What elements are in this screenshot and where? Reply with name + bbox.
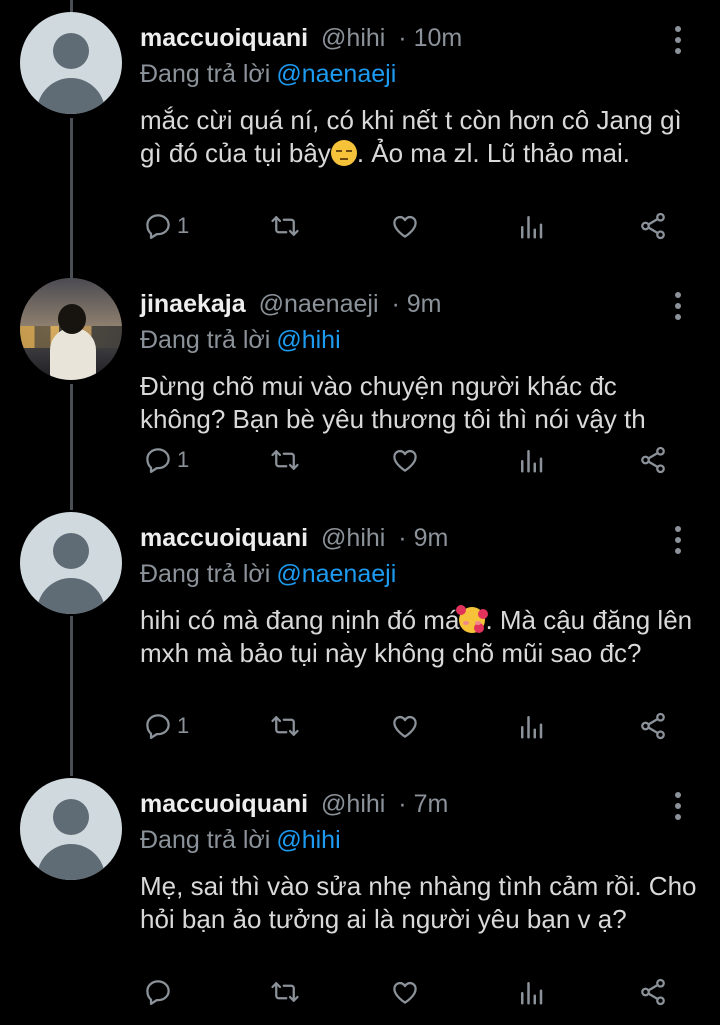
retweet-icon <box>271 716 299 736</box>
reply-count: 1 <box>177 447 190 472</box>
tweet[interactable]: maccuoiquani @hihi · 7m Đang trả lời @hih… <box>0 778 720 1025</box>
display-name[interactable]: maccuoiquani <box>140 524 308 552</box>
reply-icon <box>146 714 170 739</box>
user-handle[interactable]: @hihi <box>321 790 385 818</box>
more-options-icon[interactable] <box>673 792 683 822</box>
analytics-button[interactable] <box>516 975 546 1009</box>
default-avatar-icon <box>53 799 89 835</box>
retweet-button[interactable] <box>270 709 300 743</box>
mention-link[interactable]: @naenaeji <box>276 60 396 88</box>
display-name[interactable]: maccuoiquani <box>140 24 308 52</box>
retweet-icon <box>271 216 299 236</box>
replying-to-label: Đang trả lời <box>140 560 271 588</box>
analytics-icon <box>521 982 543 1005</box>
like-button[interactable] <box>390 209 420 243</box>
user-handle[interactable]: @hihi <box>321 24 385 52</box>
replying-to-label: Đang trả lời <box>140 326 271 354</box>
share-button[interactable] <box>638 209 668 243</box>
analytics-button[interactable] <box>516 709 546 743</box>
default-avatar-icon <box>53 33 89 69</box>
retweet-icon <box>271 450 299 470</box>
replying-to-label: Đang trả lời <box>140 60 271 88</box>
tweet[interactable]: maccuoiquani @hihi · 9m Đang trả lời @nae… <box>0 512 720 757</box>
like-icon <box>393 715 417 738</box>
avatar[interactable] <box>20 512 122 614</box>
tweet-text: Đừng chõ mui vào chuyện người khác đc kh… <box>140 371 646 434</box>
tweet-text: mắc cừi quá ní, có khi nết t còn hơn cô … <box>140 105 682 168</box>
tweet-text: Mẹ, sai thì vào sửa nhẹ nhàng tình cảm r… <box>140 871 697 934</box>
tweet-time: · 9m <box>398 524 449 552</box>
reply-count: 1 <box>177 713 190 738</box>
more-options-icon[interactable] <box>673 526 683 556</box>
reply-button[interactable]: 1 <box>143 209 189 243</box>
tweet[interactable]: maccuoiquani @hihi · 10m Đang trả lời @na… <box>0 12 720 257</box>
reply-button[interactable]: 1 <box>143 709 189 743</box>
analytics-button[interactable] <box>516 209 546 243</box>
share-icon <box>641 712 665 740</box>
tweet-text: hihi có mà đang nịnh đó má. Mà cậu đăng … <box>140 605 693 668</box>
like-icon <box>393 449 417 472</box>
mention-link[interactable]: @naenaeji <box>276 560 396 588</box>
tweet-time: · 10m <box>398 24 463 52</box>
retweet-button[interactable] <box>270 443 300 477</box>
photo-avatar <box>58 304 86 334</box>
reply-icon <box>146 448 170 473</box>
retweet-button[interactable] <box>270 209 300 243</box>
share-icon <box>641 212 665 240</box>
replying-to-label: Đang trả lời <box>140 826 271 854</box>
like-icon <box>393 981 417 1004</box>
display-name[interactable]: maccuoiquani <box>140 790 308 818</box>
share-button[interactable] <box>638 709 668 743</box>
like-button[interactable] <box>390 975 420 1009</box>
share-icon <box>641 978 665 1006</box>
analytics-icon <box>521 716 543 739</box>
tweet[interactable]: jinaekaja @naenaeji · 9m Đang trả lời @hi… <box>0 278 720 488</box>
avatar[interactable] <box>20 12 122 114</box>
avatar[interactable] <box>20 778 122 880</box>
reply-button[interactable]: 1 <box>143 443 189 477</box>
default-avatar-icon <box>53 533 89 569</box>
mention-link[interactable]: @hihi <box>276 326 340 354</box>
reply-count: 1 <box>177 213 190 238</box>
more-options-icon[interactable] <box>673 292 683 322</box>
analytics-button[interactable] <box>516 443 546 477</box>
like-button[interactable] <box>390 443 420 477</box>
reply-icon <box>146 214 170 239</box>
mention-link[interactable]: @hihi <box>276 826 340 854</box>
smiling-face-with-hearts-emoji <box>456 605 486 633</box>
reply-icon <box>146 980 170 1005</box>
thread-line <box>70 0 73 12</box>
share-icon <box>641 446 665 474</box>
share-button[interactable] <box>638 443 668 477</box>
share-button[interactable] <box>638 975 668 1009</box>
analytics-icon <box>521 450 543 473</box>
avatar[interactable] <box>20 278 122 380</box>
tweet-time: · 9m <box>391 290 442 318</box>
more-options-icon[interactable] <box>673 26 683 56</box>
display-name[interactable]: jinaekaja <box>140 290 246 318</box>
pensive-face-emoji <box>330 140 357 166</box>
retweet-button[interactable] <box>270 975 300 1009</box>
retweet-icon <box>271 982 299 1002</box>
tweet-time: · 7m <box>398 790 449 818</box>
analytics-icon <box>521 216 543 239</box>
like-button[interactable] <box>390 709 420 743</box>
like-icon <box>393 215 417 238</box>
reply-button[interactable] <box>143 975 177 1009</box>
user-handle[interactable]: @hihi <box>321 524 385 552</box>
user-handle[interactable]: @naenaeji <box>259 290 379 318</box>
